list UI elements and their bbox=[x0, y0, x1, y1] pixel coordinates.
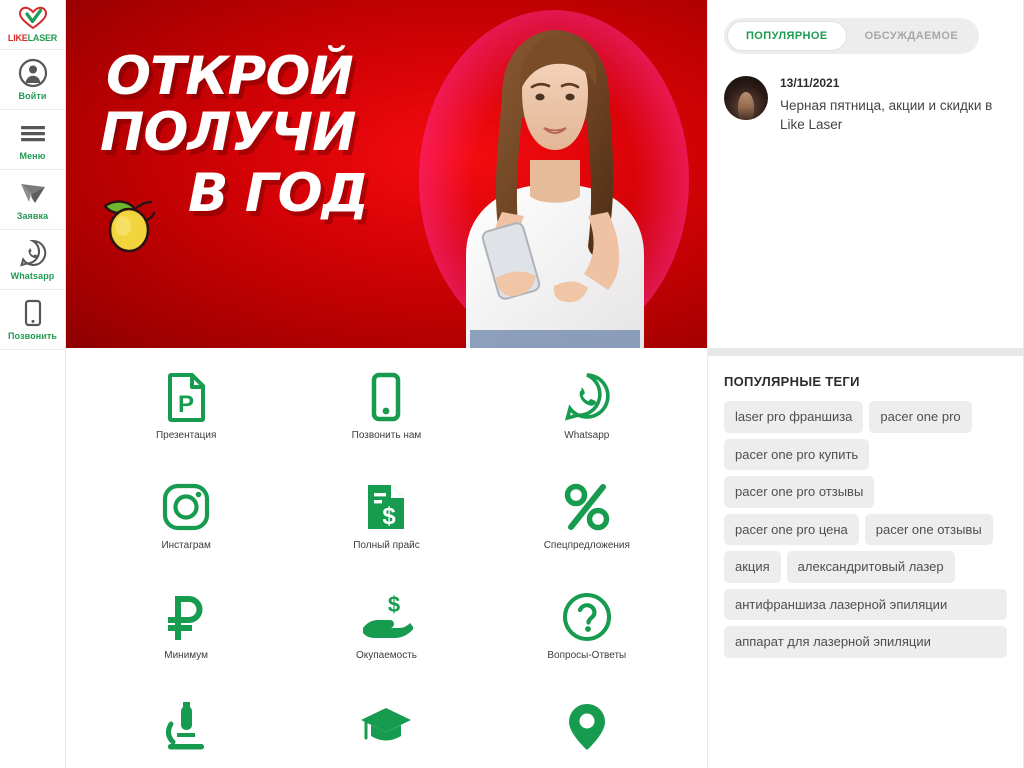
post-date: 13/11/2021 bbox=[780, 76, 840, 90]
grid-item-special-offers-label: Спецпредложения bbox=[543, 540, 630, 551]
tag-item[interactable]: акция bbox=[724, 551, 781, 583]
grid-item-instagram[interactable]: Инстаграм bbox=[86, 480, 286, 560]
tag-item[interactable]: антифраншиза лазерной эпиляции bbox=[724, 588, 1007, 621]
grid-item-full-price[interactable]: $ Полный прайс bbox=[286, 480, 486, 560]
grid-item-faq[interactable]: Вопросы-Ответы bbox=[487, 590, 687, 670]
tag-item[interactable]: аппарат для лазерной эпиляции bbox=[724, 626, 1007, 658]
page-root: LIKELASER Войти Меню Заявка Whatsapp Поз… bbox=[0, 0, 1024, 768]
left-sidebar: LIKELASER Войти Меню Заявка Whatsapp Поз… bbox=[0, 0, 66, 768]
grid-item-whatsapp-label: Whatsapp bbox=[564, 430, 610, 441]
paper-plane-icon bbox=[20, 184, 45, 203]
grid-item-payback[interactable]: $ Окупаемость bbox=[286, 590, 486, 670]
microscope-icon bbox=[166, 702, 205, 750]
right-sidebar: ПОПУЛЯРНОЕ ОБСУЖДАЕМОЕ 13/11/2021 Черная… bbox=[708, 0, 1023, 768]
tags-title: ПОПУЛЯРНЫЕ ТЕГИ bbox=[724, 374, 860, 389]
heart-check-logo-icon bbox=[18, 6, 47, 30]
tag-item[interactable]: pacer one pro цена bbox=[724, 513, 859, 546]
sidebar-item-menu[interactable]: Меню bbox=[0, 110, 66, 170]
grid-item-call-us-label: Позвонить нам bbox=[351, 430, 422, 441]
service-icon-grid: Р Презентация Позвонить нам Whatsapp Инс… bbox=[66, 348, 707, 768]
sidebar-item-whatsapp-label: Whatsapp bbox=[10, 271, 55, 281]
grid-item-minimum-label: Минимум bbox=[164, 650, 209, 661]
avatar bbox=[724, 76, 768, 120]
tags-panel: ПОПУЛЯРНЫЕ ТЕГИ laser pro франшиза pacer… bbox=[708, 356, 1023, 768]
hamburger-menu-icon bbox=[20, 126, 45, 142]
grid-item-presentation[interactable]: Р Презентация bbox=[86, 370, 286, 450]
svg-text:Р: Р bbox=[178, 391, 194, 418]
grid-item-special-offers[interactable]: Спецпредложения bbox=[487, 480, 687, 560]
sidebar-item-menu-label: Меню bbox=[19, 151, 46, 161]
sidebar-logo-text: LIKELASER bbox=[8, 33, 57, 43]
question-circle-icon bbox=[562, 593, 611, 641]
money-hand-icon: $ bbox=[363, 592, 414, 638]
tab-popular[interactable]: ПОПУЛЯРНОЕ bbox=[727, 21, 847, 51]
grid-item-training[interactable] bbox=[286, 700, 486, 768]
tag-item[interactable]: александритовый лазер bbox=[786, 551, 955, 583]
logo-text-laser: LASER bbox=[27, 33, 58, 43]
ruble-icon bbox=[168, 596, 203, 640]
graduation-cap-icon bbox=[361, 708, 412, 741]
user-circle-icon bbox=[18, 58, 47, 88]
tag-item[interactable]: pacer one pro купить bbox=[724, 438, 870, 471]
tag-item[interactable]: pacer one pro bbox=[869, 401, 972, 433]
mobile-phone-icon bbox=[372, 372, 401, 422]
promo-banner[interactable]: ОТКРОЙ ПОЛУЧИ В ГОД bbox=[66, 0, 707, 348]
tag-item[interactable]: laser pro франшиза bbox=[724, 401, 864, 433]
sidebar-item-login[interactable]: Войти bbox=[0, 50, 66, 110]
whatsapp-icon bbox=[19, 239, 46, 267]
post-item[interactable]: 13/11/2021 Черная пятница, акции и скидк… bbox=[724, 76, 1007, 134]
post-title[interactable]: Черная пятница, акции и скидки в Like La… bbox=[780, 96, 1007, 134]
tag-item[interactable]: pacer one отзывы bbox=[864, 513, 993, 546]
whatsapp-icon bbox=[564, 373, 610, 421]
price-document-icon: $ bbox=[368, 485, 405, 530]
tab-discussed[interactable]: ОБСУЖДАЕМОЕ bbox=[847, 22, 976, 50]
posts-panel: ПОПУЛЯРНОЕ ОБСУЖДАЕМОЕ 13/11/2021 Черная… bbox=[708, 0, 1023, 348]
lemon-icon bbox=[103, 200, 156, 253]
sidebar-item-login-label: Войти bbox=[18, 91, 47, 101]
grid-item-full-price-label: Полный прайс bbox=[353, 540, 420, 551]
woman-with-phone-photo bbox=[419, 10, 689, 348]
tag-item[interactable]: pacer one pro отзывы bbox=[724, 476, 875, 508]
grid-item-payback-label: Окупаемость bbox=[355, 650, 417, 661]
posts-tabs: ПОПУЛЯРНОЕ ОБСУЖДАЕМОЕ bbox=[724, 18, 980, 54]
sidebar-item-call-label: Позвонить bbox=[7, 331, 58, 341]
sidebar-item-call[interactable]: Позвонить bbox=[0, 290, 66, 350]
logo-text-like: LIKE bbox=[7, 33, 28, 43]
grid-item-faq-label: Вопросы-Ответы bbox=[547, 650, 627, 661]
percent-icon bbox=[564, 483, 610, 531]
svg-text:$: $ bbox=[388, 592, 400, 617]
svg-text:$: $ bbox=[383, 503, 397, 530]
sidebar-logo[interactable]: LIKELASER bbox=[0, 0, 66, 50]
map-pin-icon bbox=[568, 704, 605, 750]
grid-item-whatsapp[interactable]: Whatsapp bbox=[487, 370, 687, 450]
sidebar-item-whatsapp[interactable]: Whatsapp bbox=[0, 230, 66, 290]
grid-item-locations[interactable] bbox=[487, 700, 687, 768]
grid-item-instagram-label: Инстаграм bbox=[161, 540, 211, 551]
grid-item-minimum[interactable]: Минимум bbox=[86, 590, 286, 670]
presentation-file-icon: Р bbox=[168, 373, 206, 422]
sidebar-item-request[interactable]: Заявка bbox=[0, 170, 66, 230]
instagram-icon bbox=[163, 483, 210, 531]
tags-list: laser pro франшиза pacer one pro pacer o… bbox=[724, 401, 1007, 658]
mobile-phone-icon bbox=[24, 299, 41, 327]
grid-item-call-us[interactable]: Позвонить нам bbox=[286, 370, 486, 450]
grid-item-presentation-label: Презентация bbox=[155, 430, 217, 441]
post-body: 13/11/2021 Черная пятница, акции и скидк… bbox=[780, 76, 1007, 134]
main-content: ОТКРОЙ ПОЛУЧИ В ГОД Р Презентация Позвон… bbox=[66, 0, 708, 768]
sidebar-item-request-label: Заявка bbox=[16, 211, 49, 221]
grid-item-equipment[interactable] bbox=[86, 700, 286, 768]
